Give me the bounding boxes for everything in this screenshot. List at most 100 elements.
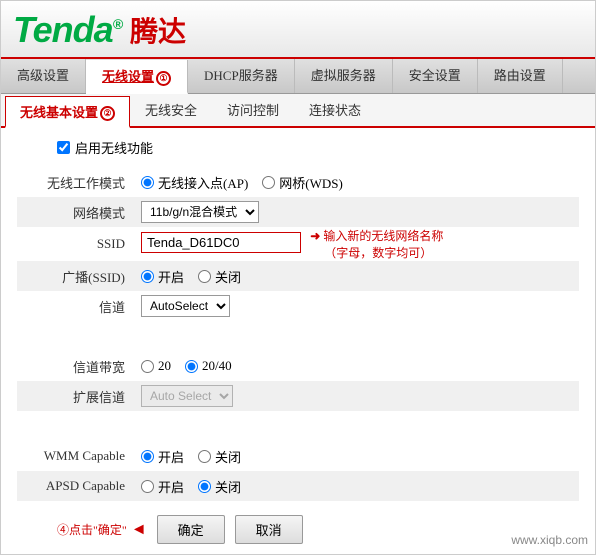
label-ext-channel: 扩展信道: [17, 381, 137, 411]
spacer-row: [17, 321, 579, 351]
watermark: www.xiqb.com: [511, 533, 588, 547]
form-table: 无线工作模式 无线接入点(AP) 网桥(WDS) 网络模式: [17, 167, 579, 501]
radio-broadcast-off[interactable]: [198, 270, 211, 283]
value-ext-channel: Auto Select: [137, 381, 579, 411]
row-work-mode: 无线工作模式 无线接入点(AP) 网桥(WDS): [17, 167, 579, 197]
radio-wds[interactable]: [262, 176, 275, 189]
value-channel: AutoSelect 123 456 789 101112 13: [137, 291, 579, 321]
label-wmm: WMM Capable: [17, 441, 137, 471]
radio-2040[interactable]: [185, 360, 198, 373]
radio-apsd-on[interactable]: [141, 480, 154, 493]
confirm-annotation-text: ④点击"确定": [57, 521, 127, 538]
select-channel[interactable]: AutoSelect 123 456 789 101112 13: [141, 295, 230, 317]
logo-cn: 腾达: [130, 10, 186, 50]
radio-ap-text: 无线接入点(AP): [158, 173, 248, 192]
sub-nav-security[interactable]: 无线安全: [130, 94, 212, 127]
nav-item-wireless[interactable]: 无线设置①: [86, 60, 188, 94]
confirm-arrow-icon: ◄: [131, 521, 147, 539]
nav-item-virtual[interactable]: 虚拟服务器: [295, 59, 393, 93]
header: Tenda® 腾达: [1, 1, 595, 59]
value-broadcast: 开启 关闭: [137, 261, 579, 291]
radio-apsd-off-label[interactable]: 关闭: [198, 477, 241, 496]
radio-wds-text: 网桥(WDS): [279, 173, 343, 192]
nav-item-security[interactable]: 安全设置: [393, 59, 478, 93]
sub-nav-access[interactable]: 访问控制: [212, 94, 294, 127]
radio-broadcast-on-label[interactable]: 开启: [141, 267, 184, 286]
btn-row: ④点击"确定" ◄ 确定 取消: [17, 515, 579, 544]
radio-work-mode: 无线接入点(AP) 网桥(WDS): [141, 173, 579, 192]
row-ssid: SSID ➜ 输入新的无线网络名称 （字母，数字均可）: [17, 227, 579, 261]
value-network-mode: 11b/g/n混合模式 11b模式 11g模式 11n模式: [137, 197, 579, 227]
radio-apsd-on-text: 开启: [158, 477, 184, 496]
enable-wifi-checkbox[interactable]: [57, 141, 70, 154]
sub-nav-basic[interactable]: 无线基本设置②: [5, 96, 130, 129]
spacer-row-2: [17, 411, 579, 441]
radio-wds-label[interactable]: 网桥(WDS): [262, 173, 343, 192]
label-bandwidth: 信道带宽: [17, 351, 137, 381]
radio-wmm-off[interactable]: [198, 450, 211, 463]
enable-wifi-label[interactable]: 启用无线功能: [75, 138, 153, 157]
radio-apsd-off[interactable]: [198, 480, 211, 493]
nav-item-route[interactable]: 路由设置: [478, 59, 563, 93]
radio-broadcast-on-text: 开启: [158, 267, 184, 286]
label-apsd: APSD Capable: [17, 471, 137, 501]
select-ext-channel[interactable]: Auto Select: [141, 385, 233, 407]
radio-bandwidth: 20 20/40: [141, 358, 579, 374]
ssid-hint-line2: （字母，数字均可）: [324, 246, 432, 260]
registered-mark: ®: [113, 16, 122, 32]
sub-nav-status[interactable]: 连接状态: [294, 94, 376, 127]
nav-circle-1: ①: [156, 71, 171, 86]
row-network-mode: 网络模式 11b/g/n混合模式 11b模式 11g模式 11n模式: [17, 197, 579, 227]
value-bandwidth: 20 20/40: [137, 351, 579, 381]
row-apsd: APSD Capable 开启 关闭: [17, 471, 579, 501]
radio-2040-text: 20/40: [202, 358, 232, 374]
logo-en: Tenda®: [13, 9, 122, 51]
radio-broadcast-off-text: 关闭: [215, 267, 241, 286]
value-work-mode: 无线接入点(AP) 网桥(WDS): [137, 167, 579, 197]
nav-item-advanced[interactable]: 高级设置: [1, 59, 86, 93]
radio-ap-label[interactable]: 无线接入点(AP): [141, 173, 248, 192]
label-work-mode: 无线工作模式: [17, 167, 137, 197]
radio-wmm-on-text: 开启: [158, 447, 184, 466]
top-nav: 高级设置 无线设置① DHCP服务器 虚拟服务器 安全设置 路由设置: [1, 59, 595, 94]
sub-nav: 无线基本设置② 无线安全 访问控制 连接状态: [1, 94, 595, 129]
ssid-annotation: ➜ 输入新的无线网络名称 （字母，数字均可）: [310, 227, 443, 261]
select-network-mode[interactable]: 11b/g/n混合模式 11b模式 11g模式 11n模式: [141, 201, 259, 223]
value-apsd: 开启 关闭: [137, 471, 579, 501]
label-network-mode: 网络模式: [17, 197, 137, 227]
sub-circle-2: ②: [100, 106, 115, 121]
radio-20-label[interactable]: 20: [141, 358, 171, 374]
radio-ap[interactable]: [141, 176, 154, 189]
radio-broadcast: 开启 关闭: [141, 267, 579, 286]
nav-item-dhcp[interactable]: DHCP服务器: [188, 59, 295, 93]
arrow-icon: ➜: [310, 229, 320, 243]
ssid-hint-line1: 输入新的无线网络名称: [323, 229, 443, 243]
radio-wmm: 开启 关闭: [141, 447, 579, 466]
radio-wmm-off-label[interactable]: 关闭: [198, 447, 241, 466]
radio-wmm-on[interactable]: [141, 450, 154, 463]
confirm-button[interactable]: 确定: [157, 515, 225, 544]
row-channel: 信道 AutoSelect 123 456 789 101112 13: [17, 291, 579, 321]
value-wmm: 开启 关闭: [137, 441, 579, 471]
row-wmm: WMM Capable 开启 关闭: [17, 441, 579, 471]
radio-wmm-on-label[interactable]: 开启: [141, 447, 184, 466]
radio-broadcast-off-label[interactable]: 关闭: [198, 267, 241, 286]
radio-broadcast-on[interactable]: [141, 270, 154, 283]
cancel-button[interactable]: 取消: [235, 515, 303, 544]
ssid-input[interactable]: [141, 232, 301, 253]
radio-apsd-on-label[interactable]: 开启: [141, 477, 184, 496]
enable-row: 启用无线功能: [17, 138, 579, 157]
label-ssid: SSID: [17, 227, 137, 261]
radio-20[interactable]: [141, 360, 154, 373]
btn-annotation: ④点击"确定" ◄: [57, 521, 147, 539]
radio-wmm-off-text: 关闭: [215, 447, 241, 466]
radio-apsd: 开启 关闭: [141, 477, 579, 496]
row-ext-channel: 扩展信道 Auto Select: [17, 381, 579, 411]
value-ssid: ➜ 输入新的无线网络名称 （字母，数字均可）: [137, 227, 579, 261]
label-channel: 信道: [17, 291, 137, 321]
radio-apsd-off-text: 关闭: [215, 477, 241, 496]
radio-2040-label[interactable]: 20/40: [185, 358, 232, 374]
row-bandwidth: 信道带宽 20 20/40: [17, 351, 579, 381]
row-broadcast: 广播(SSID) 开启 关闭: [17, 261, 579, 291]
radio-20-text: 20: [158, 358, 171, 374]
